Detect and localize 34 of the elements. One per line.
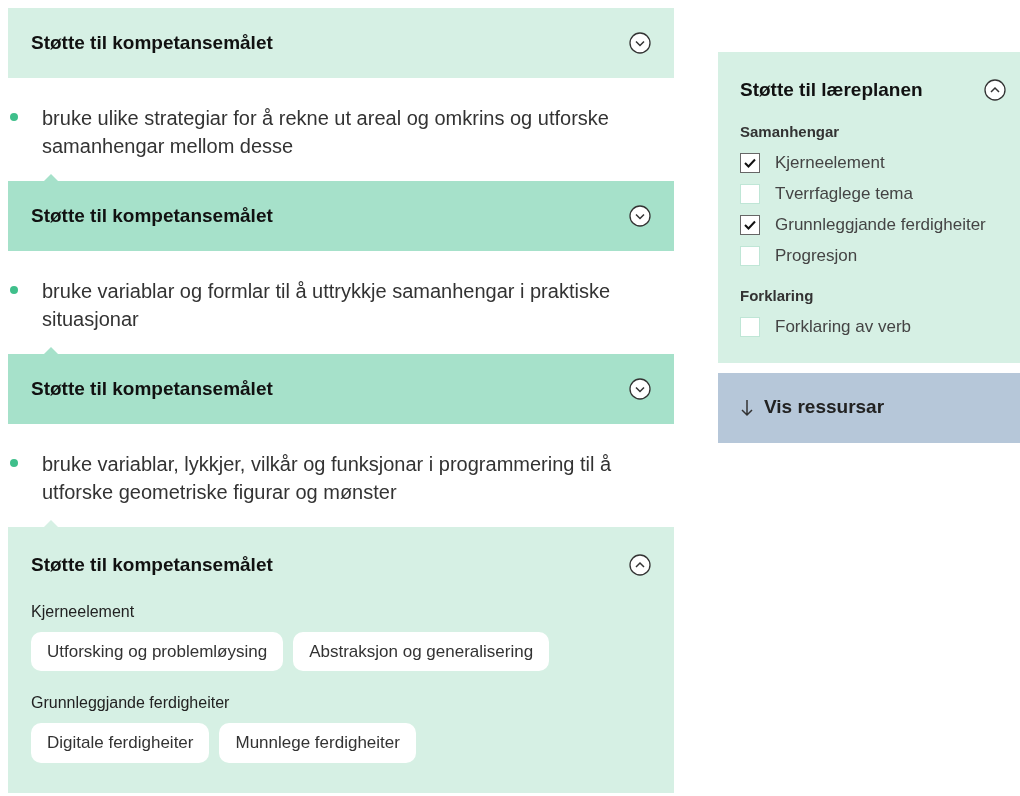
goal-text: bruke ulike strategiar for å rekne ut areal og omkrins og utforske samanhengar mellom desse: [42, 106, 610, 159]
checkbox-label: Progresjon: [775, 244, 858, 267]
bullet-dot: [9, 458, 19, 468]
support-title: Støtte til kompetansemålet: [31, 30, 273, 55]
checkbox[interactable]: [740, 214, 760, 235]
collapse-icon: [984, 79, 1006, 102]
support-title: Støtte til kompetansemålet: [31, 203, 273, 228]
collapse-icon: [629, 554, 651, 577]
bullet-dot: [9, 285, 19, 295]
checkbox-label: Kjerneelement: [775, 151, 885, 174]
support-header[interactable]: Støtte til kompetansemålet: [8, 8, 674, 78]
expand-icon: [629, 32, 651, 54]
bullet-dot: [9, 112, 19, 122]
show-resources-button[interactable]: Vis ressursar: [718, 372, 1020, 443]
expand-icon: [629, 378, 651, 400]
goal-text: bruke variablar og formlar til å uttrykkje samanhengar i praktiske situasjonar: [42, 279, 612, 332]
support-title: Støtte til kompetansemålet: [31, 376, 273, 401]
tag-chip[interactable]: Munnlege ferdigheiter: [219, 723, 416, 763]
goal-text: bruke variablar, lykkjer, vilkår og funksjonar i programmering til å utforske geometriske figurar og mønster: [42, 452, 613, 505]
tag-chip[interactable]: Digitale ferdigheiter: [31, 723, 210, 763]
checkbox-label: Forklaring av verb: [775, 316, 912, 339]
group-heading: Samanhengar: [740, 121, 841, 142]
expand-icon: [629, 205, 651, 227]
support-title: Støtte til kompetansemålet: [31, 553, 273, 577]
tag-chip[interactable]: Abstraksjon og generalisering: [293, 631, 550, 671]
checkbox[interactable]: [740, 152, 760, 173]
checkbox-label: Tverrfaglege tema: [775, 182, 913, 205]
checkbox-label: Grunnleggjande ferdigheiter: [775, 213, 986, 236]
group-heading: Forklaring: [740, 286, 815, 306]
group-heading: Kjerneelement: [31, 601, 136, 622]
arrow-down-icon: [740, 398, 754, 417]
group-heading: Grunnleggjande ferdigheiter: [31, 693, 231, 713]
panel-title: Støtte til læreplanen: [740, 78, 923, 102]
tag-chip[interactable]: Utforsking og problemløysing: [31, 631, 284, 671]
